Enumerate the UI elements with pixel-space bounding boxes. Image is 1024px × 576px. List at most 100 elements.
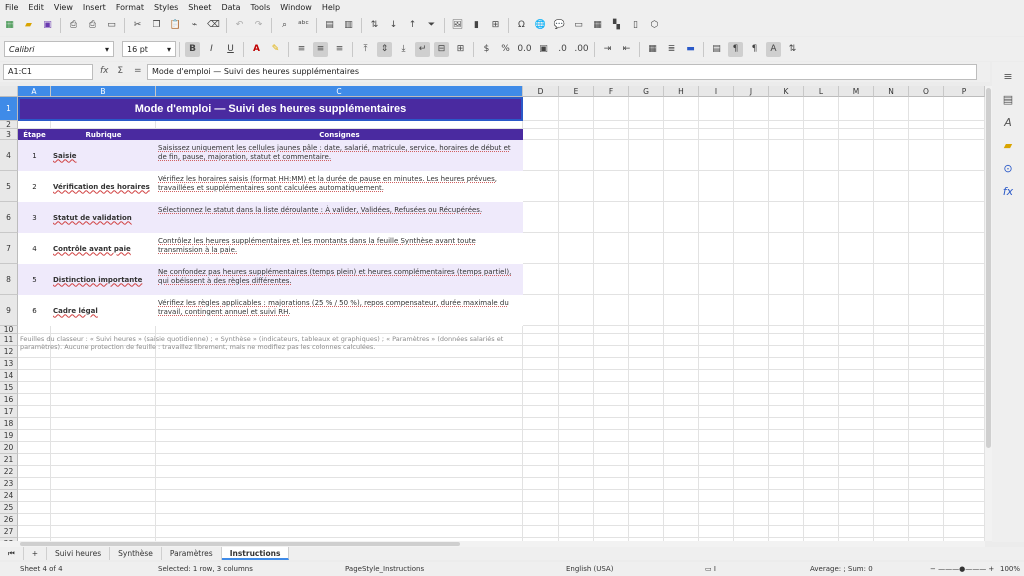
paste-icon[interactable]: 📋 [168,18,183,33]
navigator-icon[interactable]: ⊙ [997,159,1019,177]
insert-chart-icon[interactable]: ▮ [469,18,484,33]
row-header[interactable]: 18 [0,418,18,430]
column-header[interactable]: E [559,86,594,97]
sum-icon[interactable]: Σ [117,66,123,76]
align-center-icon[interactable]: ≡ [313,41,328,57]
column-header[interactable]: I [699,86,734,97]
spreadsheet-grid[interactable]: A B C D E F G H I J K L M N O P 1 2 3 4 5 6 7 8 9 10 11 12 13 14 15 16 1… [0,86,985,541]
clone-formatting-icon[interactable]: ⌁ [187,18,202,33]
instruction-cell[interactable]: Ne confondez pas heures supplémentaires … [156,264,523,295]
unmerge-icon[interactable]: ⊞ [453,42,468,57]
find-replace-icon[interactable]: ⌕ [277,18,292,33]
menu-item[interactable]: Window [275,3,317,12]
tab-nav-first[interactable]: ⏮ [0,547,24,560]
name-box[interactable]: A1:C1 [3,64,93,80]
header-instructions[interactable]: Consignes [156,129,523,140]
workbook-note[interactable]: Feuilles du classeur : « Suivi heures » … [18,334,523,352]
zoom-slider[interactable]: − ———●——— + [930,565,994,573]
vertical-scrollbar[interactable] [985,86,992,541]
add-sheet-icon[interactable]: + [24,547,48,560]
status-page-style[interactable]: PageStyle_Instructions [345,565,424,573]
menu-item[interactable]: Help [317,3,345,12]
text-vertical-icon[interactable]: A [766,41,781,57]
highlight-color-icon[interactable]: ✎ [268,42,283,57]
increase-indent-icon[interactable]: ⇥ [600,42,615,57]
topic-cell[interactable]: Vérification des horaires [51,171,156,202]
column-header[interactable]: F [594,86,629,97]
headers-footers-icon[interactable]: ▭ [571,18,586,33]
functions-icon[interactable]: fx [997,182,1019,200]
cut-icon[interactable]: ✂ [130,18,145,33]
redo-icon[interactable]: ↷ [251,18,266,33]
step-number[interactable]: 6 [18,295,51,326]
comment-icon[interactable]: 💬 [552,18,567,33]
row-header[interactable]: 21 [0,454,18,466]
column-header[interactable]: G [629,86,664,97]
row-header[interactable]: 3 [0,129,18,140]
column-header[interactable]: H [664,86,699,97]
undo-icon[interactable]: ↶ [232,18,247,33]
sheet-tab[interactable]: Paramètres [162,547,222,560]
column-header[interactable]: N [874,86,909,97]
save-icon[interactable]: ▣ [40,18,55,33]
row-header[interactable]: 14 [0,370,18,382]
percent-format-icon[interactable]: % [498,42,513,57]
instruction-cell[interactable]: Vérifiez les horaires saisis (format HH:… [156,171,523,202]
row-header[interactable]: 23 [0,478,18,490]
column-header[interactable]: D [523,86,559,97]
topic-cell[interactable]: Statut de validation [51,202,156,233]
align-left-icon[interactable]: ≡ [294,42,309,57]
add-decimal-icon[interactable]: .0 [555,42,570,57]
align-middle-icon[interactable]: ⇕ [377,41,392,57]
align-right-icon[interactable]: ≡ [332,42,347,57]
row-header[interactable]: 20 [0,442,18,454]
row-header[interactable]: 26 [0,514,18,526]
formula-input[interactable]: Mode d'emploi — Suivi des heures supplém… [147,64,977,80]
left-to-right-icon[interactable]: ¶ [728,41,743,57]
date-format-icon[interactable]: ▣ [536,42,551,57]
column-icon[interactable]: ▥ [341,18,356,33]
column-header[interactable]: A [18,86,51,97]
column-header[interactable]: P [944,86,985,97]
row-header[interactable]: 17 [0,406,18,418]
row-header[interactable]: 25 [0,502,18,514]
insert-image-icon[interactable]: 🖼 [450,18,465,33]
step-number[interactable]: 2 [18,171,51,202]
instruction-cell[interactable]: Contrôlez les heures supplémentaires et … [156,233,523,264]
menu-item[interactable]: View [49,3,78,12]
selection-mode-icon[interactable]: ▭ I [705,565,716,573]
sort-ascending-icon[interactable]: ↓ [386,18,401,33]
row-header[interactable]: 5 [0,171,18,202]
step-number[interactable]: 4 [18,233,51,264]
copy-icon[interactable]: ❐ [149,18,164,33]
pivot-table-icon[interactable]: ⊞ [488,18,503,33]
sort-descending-icon[interactable]: ↑ [405,18,420,33]
delete-decimal-icon[interactable]: .00 [574,42,589,57]
merge-center-icon[interactable]: ⊟ [434,41,449,57]
menu-item[interactable]: File [0,3,23,12]
print-icon[interactable]: ⎙ [85,18,100,33]
menu-item[interactable]: Data [216,3,245,12]
row-header[interactable]: 8 [0,264,18,295]
formula-equals-icon[interactable]: = [134,66,142,76]
new-document-icon[interactable]: ▦ [2,18,17,33]
row-header[interactable]: 4 [0,140,18,171]
header-topic[interactable]: Rubrique [51,129,156,140]
asian-layout-icon[interactable]: ⇅ [785,42,800,57]
sheet-tab[interactable]: Synthèse [110,547,162,560]
border-color-icon[interactable]: ▬ [683,42,698,57]
hyperlink-icon[interactable]: 🌐 [533,18,548,33]
clear-formatting-icon[interactable]: ⌫ [206,18,221,33]
row-header[interactable]: 10 [0,325,18,334]
status-summary[interactable]: Average: ; Sum: 0 [810,565,873,573]
step-number[interactable]: 3 [18,202,51,233]
right-to-left-icon[interactable]: ¶ [747,42,762,57]
menu-item[interactable]: Edit [23,3,49,12]
gallery-icon[interactable]: ▰ [997,136,1019,154]
column-header[interactable]: K [769,86,804,97]
bold-icon[interactable]: B [185,41,200,57]
define-print-area-icon[interactable]: ▦ [590,18,605,33]
row-header[interactable]: 22 [0,466,18,478]
align-top-icon[interactable]: ⤒ [358,42,373,57]
open-folder-icon[interactable]: ▰ [21,18,36,33]
